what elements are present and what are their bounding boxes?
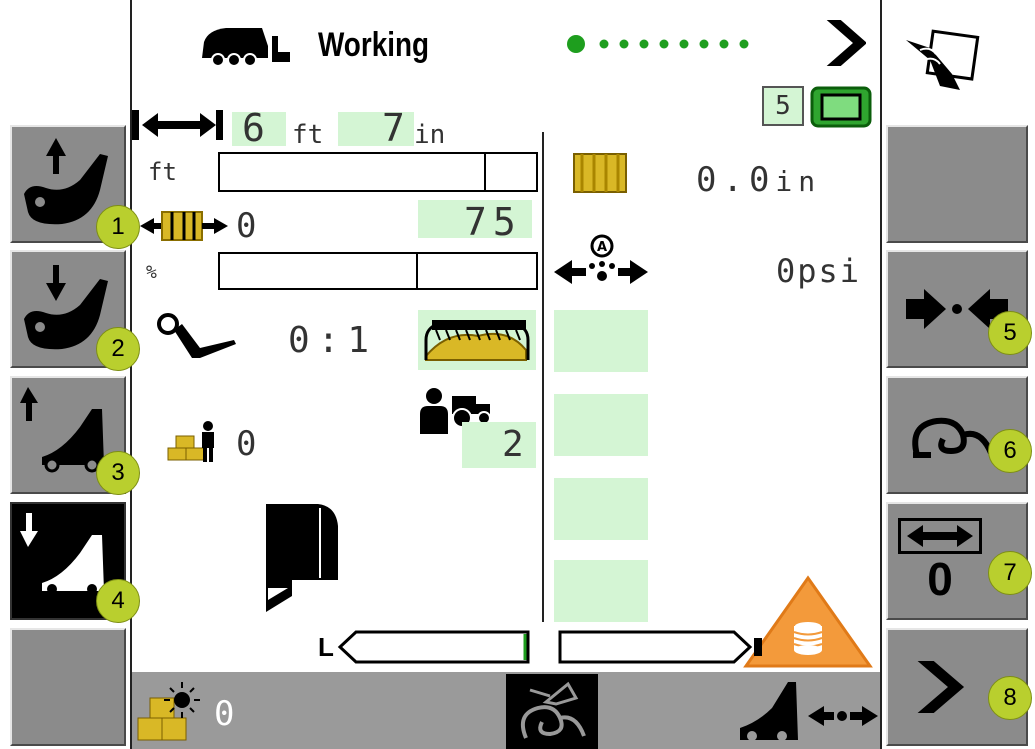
- ft-label: ft: [148, 158, 177, 186]
- tractor-count-box[interactable]: [462, 422, 536, 468]
- status-indicator: [566, 34, 756, 54]
- ft-progress-bar: [218, 152, 538, 192]
- empty-right-softkey[interactable]: [886, 125, 1028, 243]
- screen-number-box[interactable]: 5: [762, 86, 804, 126]
- bottom-left-value: 0: [214, 694, 235, 734]
- baler-icon: [198, 20, 308, 70]
- moisture-unit: in: [775, 165, 822, 198]
- percent-label: %: [146, 262, 157, 283]
- bale-chamber-button[interactable]: [418, 310, 536, 370]
- hand-operate-icon[interactable]: [900, 20, 980, 100]
- center-divider: [542, 132, 544, 622]
- gate-compress-status-icon: [738, 678, 880, 744]
- badge-8: 8: [988, 676, 1032, 720]
- auto-pressure-icon: A: [554, 232, 650, 296]
- badge-1: 1: [96, 205, 140, 249]
- ft-bar-marker: [484, 154, 486, 190]
- slot-3[interactable]: [554, 478, 648, 540]
- slot-4[interactable]: [554, 560, 648, 622]
- moisture-value: 0.0: [696, 160, 776, 200]
- length-ft-unit: ft: [292, 120, 324, 150]
- terminal-icon[interactable]: [810, 86, 872, 128]
- moisture-readout: 0.0in: [696, 160, 821, 200]
- chevron-right-icon[interactable]: [826, 18, 866, 68]
- percent-progress-bar: [218, 252, 538, 290]
- bale-stack-operator-icon: [164, 420, 220, 464]
- length-ft-value: 6: [242, 106, 265, 150]
- length-in-unit: in: [414, 120, 446, 150]
- length-adjust-icon: [898, 518, 982, 554]
- badge-2: 2: [96, 327, 140, 371]
- left-indicator-label: L: [318, 632, 334, 662]
- slot-2[interactable]: [554, 394, 648, 456]
- knife-lever-icon: [156, 312, 242, 368]
- screen-number: 5: [775, 91, 791, 121]
- right-balance-bar: [558, 630, 762, 664]
- bale-count-icon: [140, 206, 230, 246]
- slot-1[interactable]: [554, 310, 648, 372]
- tailgate-icon: [262, 496, 342, 614]
- moisture-bale-icon: [572, 152, 628, 194]
- badge-6: 6: [988, 429, 1032, 473]
- percent-bar-marker: [416, 254, 418, 288]
- ratio-value: 0:1: [288, 320, 378, 361]
- svg-text:A: A: [597, 240, 607, 255]
- bale-light-icon: [136, 678, 212, 744]
- operator-count-value: 0: [236, 424, 257, 464]
- left-balance-bar: [336, 630, 532, 664]
- length-adjust-value: 0: [927, 553, 953, 605]
- badge-5: 5: [988, 311, 1032, 355]
- knotter-status-icon[interactable]: [506, 674, 598, 749]
- pressure-value: 0psi: [776, 252, 862, 290]
- empty-left-softkey[interactable]: [10, 628, 126, 746]
- badge-7: 7: [988, 551, 1032, 595]
- bale-count-value: 0: [236, 206, 257, 246]
- badge-4: 4: [96, 579, 140, 623]
- page-title: Working: [318, 26, 430, 64]
- badge-3: 3: [96, 451, 140, 495]
- right-frame-line: [880, 0, 882, 749]
- length-in-value: 7: [382, 106, 405, 150]
- bale-length-icon: [130, 108, 230, 142]
- chevron-right-icon: [917, 661, 965, 713]
- bale-target-value: 75: [464, 200, 522, 244]
- tractor-count-value: 2: [502, 424, 524, 465]
